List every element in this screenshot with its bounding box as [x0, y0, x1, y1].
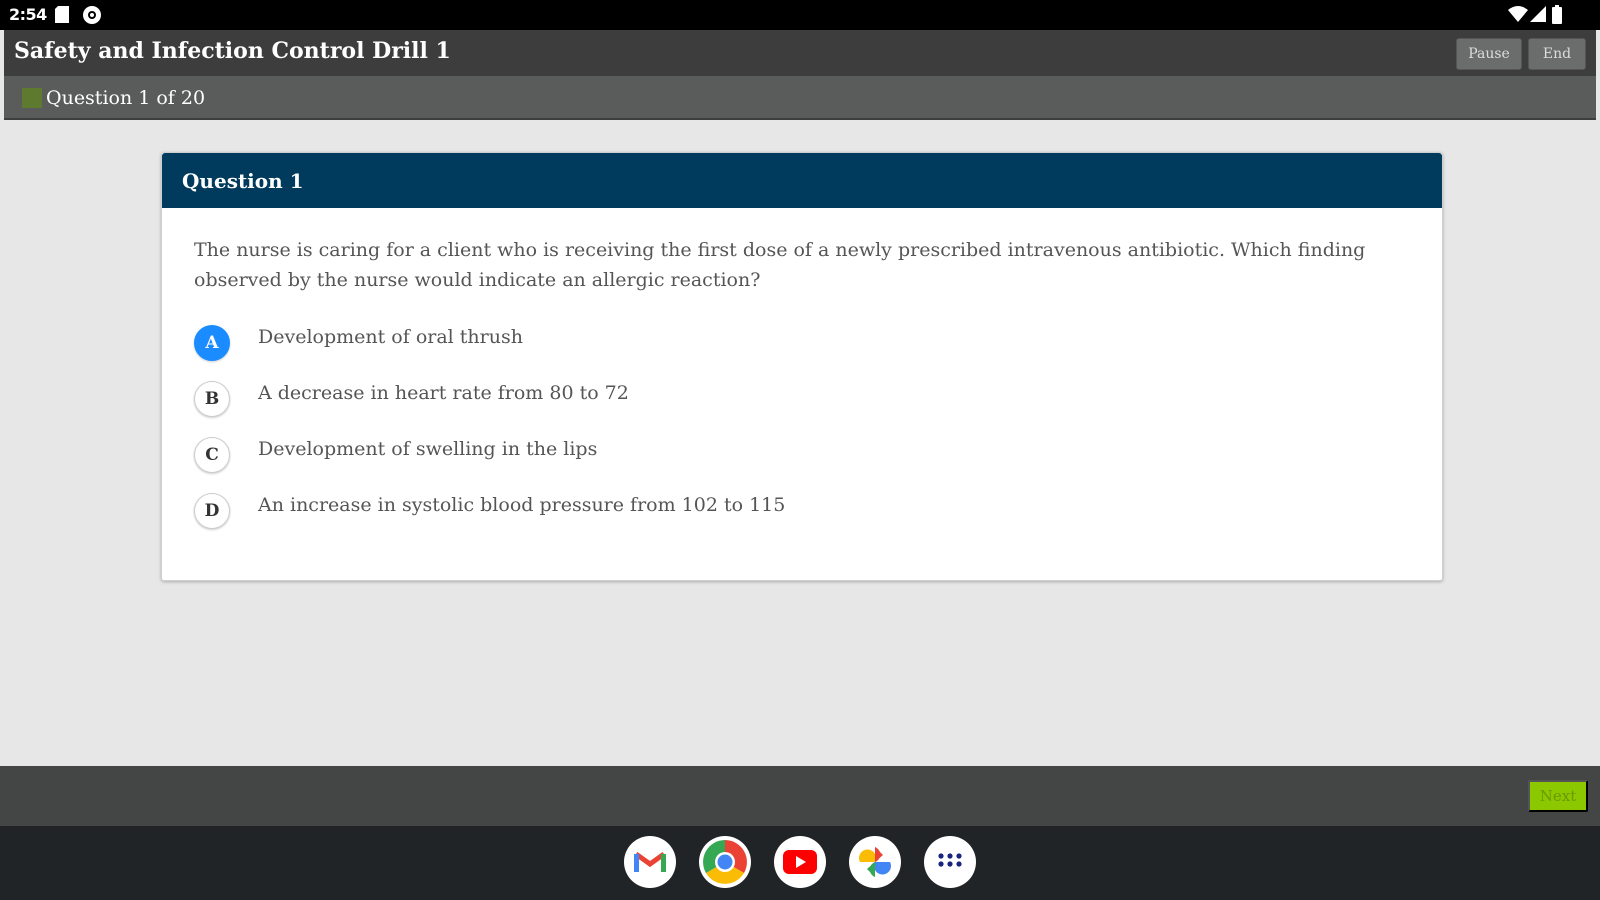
page-title: Safety and Infection Control Drill 1	[14, 38, 451, 64]
option-text: An increase in systolic blood pressure f…	[258, 494, 786, 516]
option-text: A decrease in heart rate from 80 to 72	[258, 382, 629, 404]
progress-text: Question 1 of 20	[46, 87, 206, 109]
option-letter-badge: C	[194, 437, 230, 473]
wifi-icon	[1508, 6, 1528, 26]
sd-card-icon	[55, 6, 69, 27]
settings-icon	[82, 5, 102, 29]
option-letter-badge: A	[194, 325, 230, 361]
photos-icon[interactable]	[849, 836, 901, 888]
answer-option-d[interactable]: D An increase in systolic blood pressure…	[194, 493, 785, 529]
app-header: Safety and Infection Control Drill 1 Pau…	[4, 30, 1596, 120]
footer-bar: Next	[0, 766, 1600, 826]
status-time: 2:54	[9, 5, 47, 24]
question-header: Question 1	[162, 153, 1442, 208]
option-text: Development of oral thrush	[258, 326, 523, 348]
option-text: Development of swelling in the lips	[258, 438, 598, 460]
option-letter-badge: B	[194, 381, 230, 417]
question-card: Question 1 The nurse is caring for a cli…	[161, 152, 1443, 581]
question-number: Question 1	[182, 168, 304, 193]
app-dock	[0, 826, 1600, 900]
option-letter-badge: D	[194, 493, 230, 529]
pause-button[interactable]: Pause	[1456, 38, 1522, 70]
answer-option-c[interactable]: C Development of swelling in the lips	[194, 437, 597, 473]
battery-icon	[1552, 5, 1562, 28]
answer-option-a[interactable]: A Development of oral thrush	[194, 325, 523, 361]
title-bar: Safety and Infection Control Drill 1 Pau…	[4, 30, 1596, 76]
youtube-icon[interactable]	[774, 836, 826, 888]
gmail-icon[interactable]	[624, 836, 676, 888]
answer-option-b[interactable]: B A decrease in heart rate from 80 to 72	[194, 381, 629, 417]
next-button[interactable]: Next	[1528, 780, 1588, 812]
question-progress: Question 1 of 20	[22, 87, 205, 109]
status-bar: 2:54	[0, 0, 1600, 30]
app-launcher-icon[interactable]	[924, 836, 976, 888]
cellular-icon	[1530, 6, 1546, 26]
progress-marker-icon	[22, 88, 42, 108]
end-button[interactable]: End	[1528, 38, 1586, 70]
question-text: The nurse is caring for a client who is …	[194, 239, 1366, 291]
chrome-icon[interactable]	[699, 836, 751, 888]
